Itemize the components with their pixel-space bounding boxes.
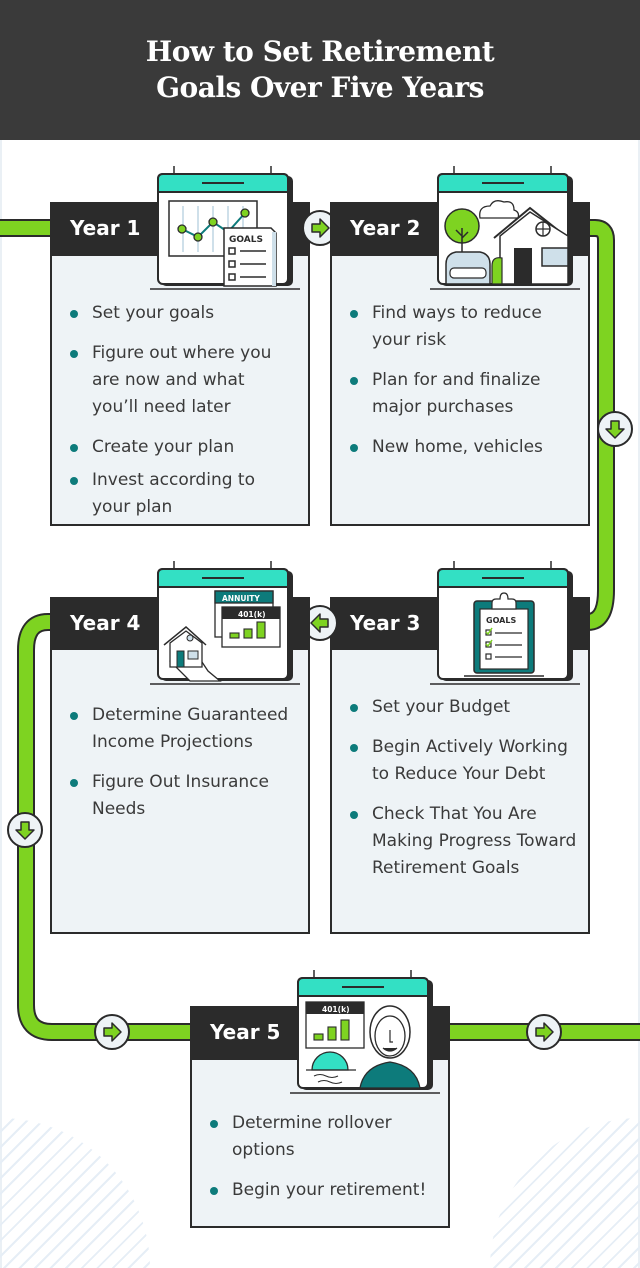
- step-card-year-4: Determine Guaranteed Income Projections …: [50, 648, 310, 934]
- bullet-item: Create your plan: [70, 434, 295, 461]
- bullet-item: Invest according to your plan: [70, 467, 295, 521]
- bullet-item: Figure out where you are now and what yo…: [70, 340, 295, 421]
- bullet-item: Check That You Are Making Progress Towar…: [350, 801, 582, 882]
- 401k-label: 401(k): [322, 1005, 350, 1014]
- page-title-line-2: Goals Over Five Years: [156, 71, 484, 104]
- header-banner: How to Set Retirement Goals Over Five Ye…: [0, 0, 640, 140]
- year-5-bullets: Determine rollover options Begin your re…: [210, 1110, 442, 1217]
- goals-label: GOALS: [486, 616, 516, 625]
- bullet-item: Set your Budget: [350, 694, 582, 721]
- arrow-into-year-5: [94, 1014, 130, 1050]
- step-card-year-2: Find ways to reduce your risk Plan for a…: [330, 254, 590, 526]
- year-3-label: Year 3: [350, 611, 421, 635]
- step-card-year-1: Set your goals Figure out where you are …: [50, 254, 310, 526]
- bullet-item: Plan for and finalize major purchases: [350, 367, 580, 421]
- annuity-401k-house-calendar-icon: ANNUITY 401(k): [150, 561, 300, 685]
- arrow-left-icon: [310, 613, 329, 633]
- bullet-item: Figure Out Insurance Needs: [70, 769, 295, 823]
- retiree-401k-sunset-calendar-icon: 401(k): [290, 970, 440, 1094]
- 401k-label: 401(k): [238, 610, 266, 619]
- arrow-right-icon: [103, 1022, 122, 1042]
- step-card-year-3: Set your Budget Begin Actively Working t…: [330, 648, 590, 934]
- arrow-year-4-down: [7, 812, 43, 848]
- year-4-bullets: Determine Guaranteed Income Projections …: [70, 702, 295, 836]
- year-4-label: Year 4: [70, 611, 141, 635]
- bullet-item: Begin your retirement!: [210, 1177, 442, 1204]
- arrow-right-icon: [535, 1022, 554, 1042]
- year-5-label: Year 5: [210, 1020, 281, 1044]
- goals-label: GOALS: [229, 235, 263, 245]
- arrow-out-of-year-5: [526, 1014, 562, 1050]
- year-3-bullets: Set your Budget Begin Actively Working t…: [350, 694, 582, 895]
- bullet-item: Find ways to reduce your risk: [350, 300, 580, 354]
- arrow-right-icon: [311, 218, 330, 238]
- house-car-calendar-icon: [430, 166, 580, 290]
- bullet-item: Determine rollover options: [210, 1110, 442, 1164]
- arrow-year-2-to-3: [597, 411, 633, 447]
- bullet-item: Begin Actively Working to Reduce Your De…: [350, 734, 582, 788]
- annuity-label: ANNUITY: [222, 594, 260, 603]
- year-2-bullets: Find ways to reduce your risk Plan for a…: [350, 300, 580, 474]
- year-2-label: Year 2: [350, 216, 421, 240]
- bullet-item: Set your goals: [70, 300, 295, 327]
- arrow-down-icon: [15, 821, 35, 840]
- bullet-item: New home, vehicles: [350, 434, 580, 461]
- arrow-down-icon: [605, 420, 625, 439]
- year-1-bullets: Set your goals Figure out where you are …: [70, 300, 295, 534]
- goals-clipboard-calendar-icon: GOALS: [430, 561, 580, 685]
- chart-goals-calendar-icon: GOALS: [150, 166, 300, 290]
- year-1-label: Year 1: [70, 216, 141, 240]
- bullet-item: Determine Guaranteed Income Projections: [70, 702, 295, 756]
- page-title-line-1: How to Set Retirement: [145, 35, 495, 68]
